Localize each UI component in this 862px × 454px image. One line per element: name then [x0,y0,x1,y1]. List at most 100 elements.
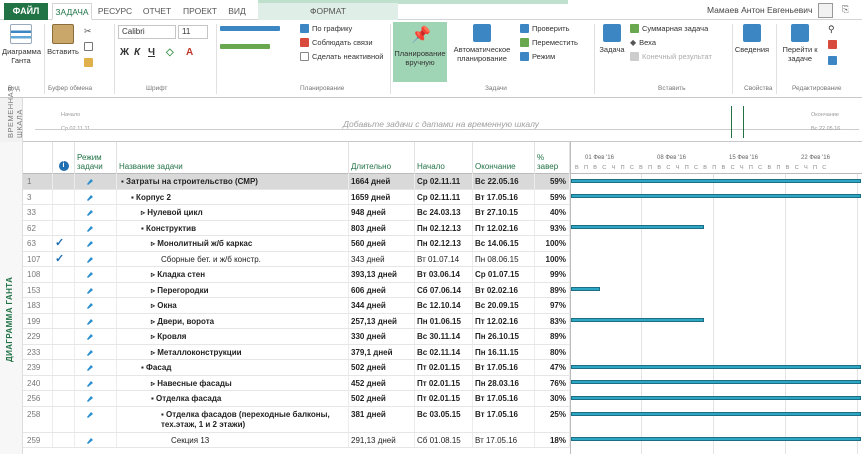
mode-button[interactable]: Режим [520,52,555,61]
paste-button[interactable]: Вставить [46,24,80,56]
indent-buttons[interactable] [220,44,270,49]
task-finish[interactable]: Ср 01.07.15 [473,267,535,282]
task-duration[interactable]: 452 дней [349,375,415,390]
table-row[interactable]: 108 ▹ Кладка стен 393,13 дней Вт 03.06.14 Ср… [23,267,570,283]
italic-button[interactable]: К [134,47,140,58]
row-id[interactable]: 63 [23,236,53,251]
task-percent-complete[interactable]: 93% [535,220,570,235]
task-finish[interactable]: Вс 20.09.15 [473,298,535,313]
task-percent-complete[interactable]: 97% [535,298,570,313]
task-start[interactable]: Вс 30.11.14 [415,329,473,344]
inactivate-button[interactable]: Сделать неактивной [300,52,383,61]
row-mode[interactable] [75,406,117,432]
task-duration[interactable]: 343 дней [349,251,415,266]
row-mode[interactable] [75,360,117,375]
table-row[interactable]: 199 ▹ Двери, ворота 257,13 дней Пн 01.06.15… [23,313,570,329]
task-name[interactable]: ▹ Перегородки [117,282,349,297]
task-start[interactable]: Вт 03.06.14 [415,267,473,282]
task-finish[interactable]: Вт 17.05.16 [473,406,535,432]
manual-schedule-button[interactable]: 📌 Планирование вручную [393,22,447,82]
gantt-chart[interactable]: 01 Фев '16 08 Фев '16 15 Фев '16 22 Фев … [570,142,862,454]
row-mode[interactable] [75,220,117,235]
task-finish[interactable]: Вт 02.02.16 [473,282,535,297]
row-indicator[interactable] [53,375,75,390]
information-button[interactable]: Сведения [734,24,770,54]
task-name[interactable]: ▪ Затраты на строительство (СМР) [117,174,349,189]
task-duration[interactable]: 560 дней [349,236,415,251]
row-indicator[interactable] [53,344,75,359]
task-finish[interactable]: Пн 08.06.15 [473,251,535,266]
table-row[interactable]: 256 ▪ Отделка фасада 502 дней Пт 02.01.15 Вт… [23,391,570,407]
row-id[interactable]: 233 [23,344,53,359]
row-mode[interactable] [75,313,117,328]
task-finish[interactable]: Пн 16.11.15 [473,344,535,359]
task-duration[interactable]: 257,13 дней [349,313,415,328]
find-button[interactable]: ⚲ [828,24,835,35]
cut-button[interactable]: ✂ [84,26,93,36]
row-indicator[interactable] [53,432,75,447]
row-id[interactable]: 199 [23,313,53,328]
gantt-side-tab[interactable]: ДИАГРАММА ГАНТА [0,142,23,454]
row-indicator[interactable] [53,360,75,375]
task-name[interactable]: Секция 13 [117,432,349,447]
table-row[interactable]: 3 ▪ Корпус 2 1659 дней Ср 02.11.11 Вт 17.05.… [23,189,570,205]
tab-view[interactable]: ВИД [224,3,250,20]
gantt-bar[interactable] [571,178,861,183]
row-id[interactable]: 240 [23,375,53,390]
row-id[interactable]: 62 [23,220,53,235]
row-mode[interactable] [75,205,117,220]
row-mode[interactable] [75,432,117,447]
summary-task-button[interactable]: Суммарная задача [630,24,708,33]
gantt-bar[interactable] [571,364,861,369]
row-indicator[interactable] [53,189,75,204]
row-indicator[interactable] [53,205,75,220]
task-name[interactable]: ▹ Двери, ворота [117,313,349,328]
task-start[interactable]: Пн 02.12.13 [415,236,473,251]
column-header-duration[interactable]: Длительно [349,142,415,174]
task-percent-complete[interactable]: 47% [535,360,570,375]
table-row[interactable]: 1 ▪ Затраты на строительство (СМР) 1664 дн… [23,174,570,190]
row-indicator[interactable]: ✓ [53,251,75,266]
gantt-bar[interactable] [571,287,600,292]
gantt-bar[interactable] [571,318,705,323]
underline-button[interactable]: Ч [148,47,155,58]
gantt-bar[interactable] [571,194,861,199]
insert-task-button[interactable]: Задача [598,24,626,54]
gantt-bar[interactable] [571,411,861,416]
row-mode[interactable] [75,298,117,313]
tab-task[interactable]: ЗАДАЧА [52,3,92,20]
column-header-info[interactable]: i [53,142,75,174]
gantt-chart-button[interactable]: Диаграмма Ганта [2,24,41,65]
task-duration[interactable]: 948 дней [349,205,415,220]
task-percent-complete[interactable]: 25% [535,406,570,432]
task-start[interactable]: Вс 02.11.14 [415,344,473,359]
task-name[interactable]: ▪ Фасад [117,360,349,375]
font-name-select[interactable]: Calibri [118,25,176,39]
row-indicator[interactable] [53,267,75,282]
task-percent-complete[interactable]: 99% [535,267,570,282]
ribbon-options-icon[interactable]: ⎘ [842,4,849,15]
row-id[interactable]: 258 [23,406,53,432]
task-percent-complete[interactable]: 100% [535,236,570,251]
task-name[interactable]: ▹ Окна [117,298,349,313]
table-row[interactable]: 239 ▪ Фасад 502 дней Пт 02.01.15 Вт 17.05.16… [23,360,570,376]
task-duration[interactable]: 393,13 дней [349,267,415,282]
task-name[interactable]: ▹ Кровля [117,329,349,344]
task-start[interactable]: Пт 02.01.15 [415,375,473,390]
table-row[interactable]: 183 ▹ Окна 344 дней Вс 12.10.14 Вс 20.09.15 9… [23,298,570,314]
row-mode[interactable] [75,391,117,406]
row-id[interactable]: 3 [23,189,53,204]
task-finish[interactable]: Вт 17.05.16 [473,189,535,204]
task-name[interactable]: ▹ Металлоконструкции [117,344,349,359]
task-start[interactable]: Пн 01.06.15 [415,313,473,328]
gantt-bar[interactable] [571,380,861,385]
table-row[interactable]: 62 ▪ Конструктив 803 дней Пн 02.12.13 Пт 12.… [23,220,570,236]
task-name[interactable]: ▪ Отделка фасадов (переходные балконы, т… [117,406,349,432]
column-header-start[interactable]: Начало [415,142,473,174]
task-finish[interactable]: Пт 12.02.16 [473,220,535,235]
task-start[interactable]: Сб 01.08.15 [415,432,473,447]
row-indicator[interactable] [53,329,75,344]
task-duration[interactable]: 803 дней [349,220,415,235]
task-percent-complete[interactable]: 76% [535,375,570,390]
table-row[interactable]: 240 ▹ Навесные фасады 452 дней Пт 02.01.15 П… [23,375,570,391]
